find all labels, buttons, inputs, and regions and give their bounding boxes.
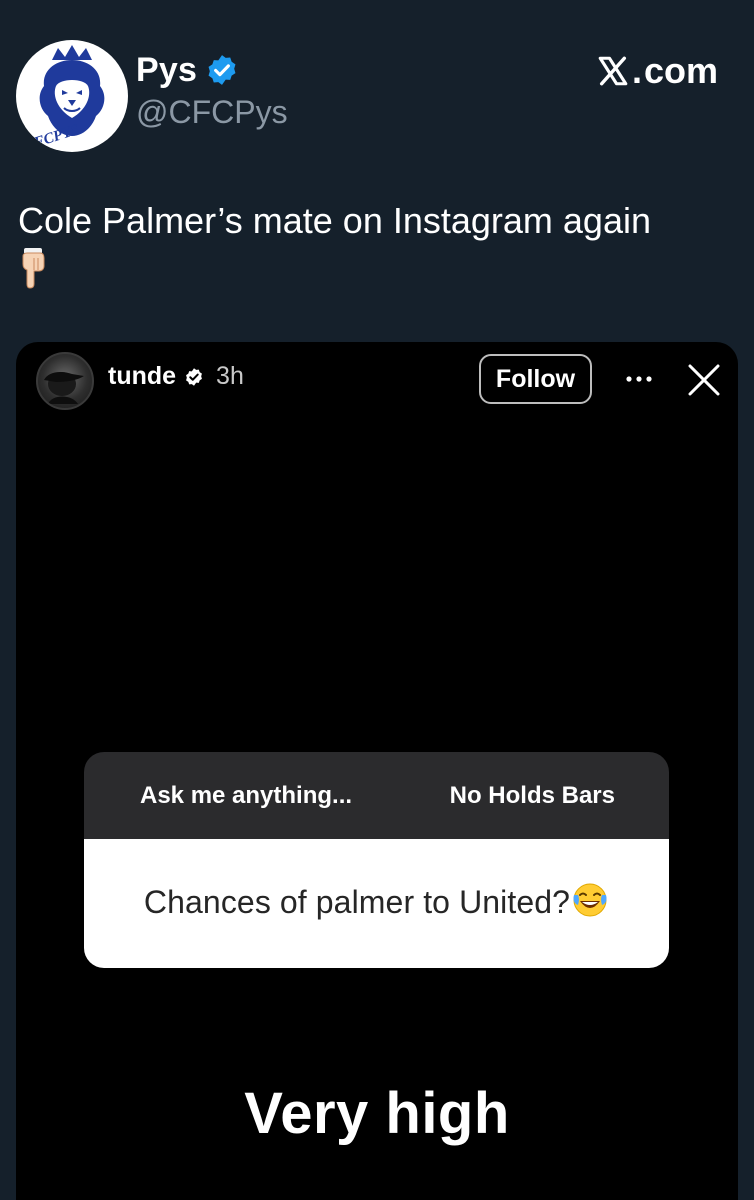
source-domain: com bbox=[643, 50, 718, 91]
author-info: Pys @CFCPys bbox=[136, 50, 288, 131]
story-user-info: tunde 3h bbox=[108, 362, 244, 391]
tweet-body: Cole Palmer’s mate on Instagram again bbox=[18, 198, 738, 290]
question-sticker: Ask me anything... No Holds Bars Chances… bbox=[84, 752, 669, 968]
author-avatar[interactable]: CFCPYS bbox=[16, 40, 128, 152]
sticker-question: Chances of palmer to United? bbox=[144, 884, 609, 924]
sticker-tag: No Holds Bars bbox=[449, 781, 615, 809]
author-handle[interactable]: @CFCPys bbox=[136, 94, 288, 131]
backhand-index-pointing-down-icon bbox=[18, 246, 48, 290]
face-with-tears-of-joy-icon bbox=[571, 881, 609, 919]
sticker-header: Ask me anything... No Holds Bars bbox=[84, 752, 669, 839]
story-verified-icon bbox=[184, 367, 204, 387]
story-answer-text: Very high bbox=[244, 1081, 510, 1146]
close-icon[interactable] bbox=[686, 362, 722, 398]
verified-badge-icon bbox=[205, 53, 239, 87]
sticker-question-text: Chances of palmer to United? bbox=[143, 883, 571, 920]
author-display-name[interactable]: Pys bbox=[136, 51, 197, 90]
sticker-prompt: Ask me anything... bbox=[140, 781, 353, 809]
follow-button[interactable]: Follow bbox=[479, 354, 592, 404]
tweet-text: Cole Palmer’s mate on Instagram again bbox=[18, 200, 651, 241]
source-label[interactable]: . com bbox=[596, 50, 718, 92]
more-icon[interactable] bbox=[622, 364, 656, 394]
cfcpys-lion-logo-icon: CFCPYS bbox=[18, 42, 126, 152]
sticker-question-box: Chances of palmer to United? bbox=[84, 839, 669, 968]
instagram-story-embed[interactable]: tunde 3h Follow Ask me anything... No Ho… bbox=[16, 342, 738, 1200]
story-username[interactable]: tunde bbox=[108, 362, 176, 391]
story-timestamp: 3h bbox=[216, 362, 244, 390]
story-avatar[interactable] bbox=[36, 352, 94, 410]
x-logo-icon bbox=[596, 54, 630, 88]
tweet-card: CFCPYS Pys @CFCPys . com Cole Palmer’s ma… bbox=[0, 0, 754, 1200]
